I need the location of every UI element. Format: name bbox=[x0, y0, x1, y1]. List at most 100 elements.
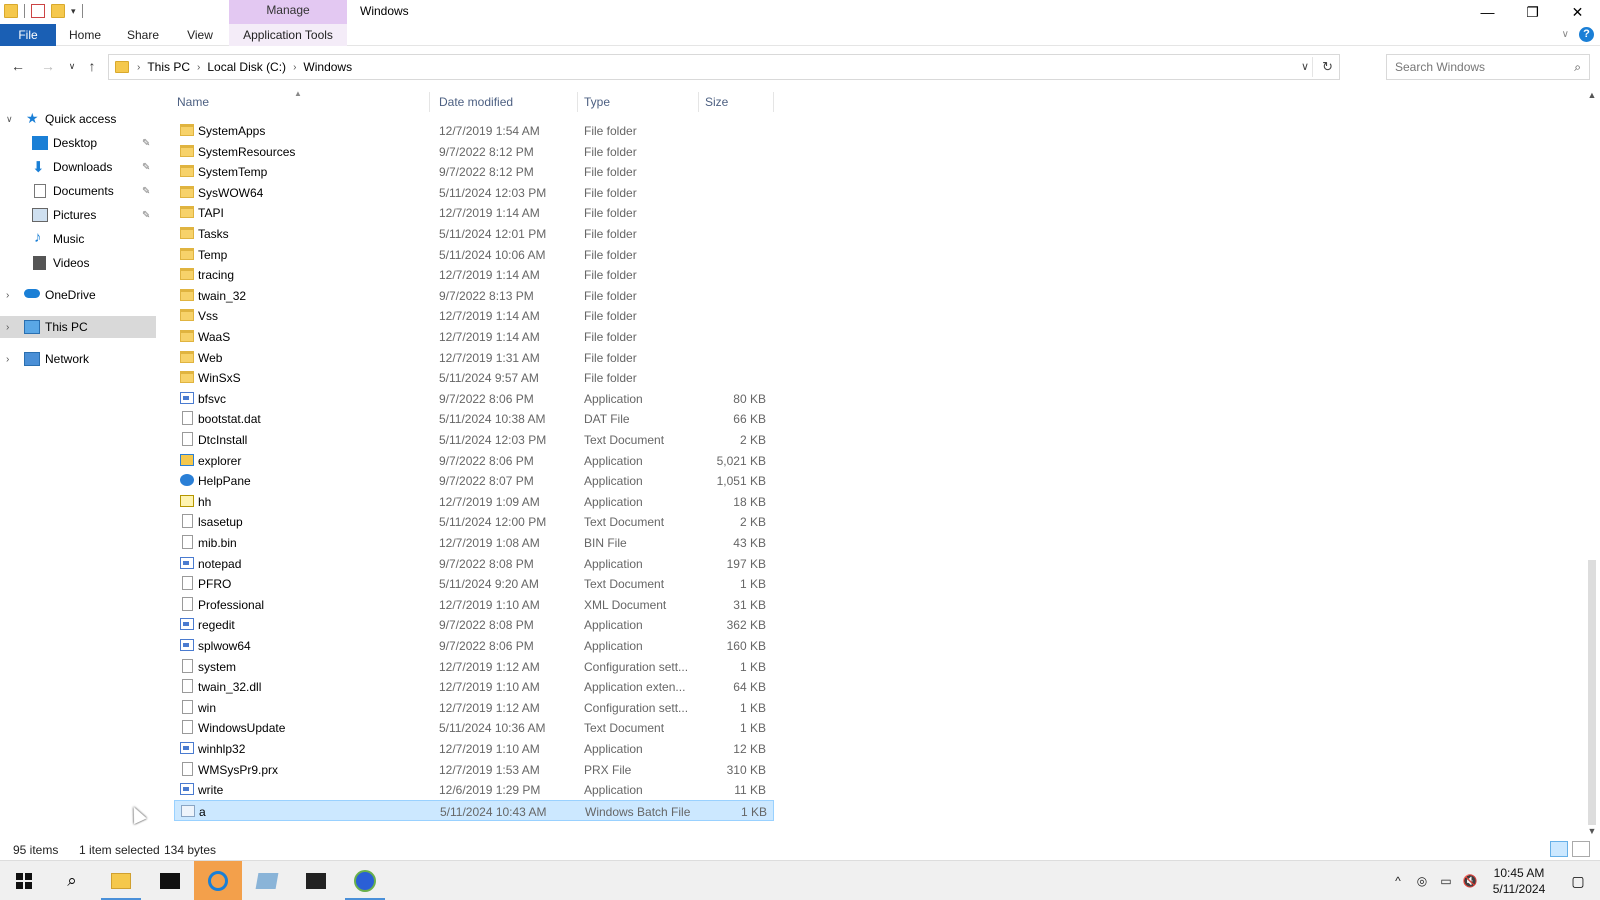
nav-onedrive[interactable]: › OneDrive bbox=[0, 284, 156, 306]
properties-icon[interactable] bbox=[31, 4, 45, 18]
up-arrow-icon[interactable]: ↑ bbox=[82, 56, 102, 76]
forward-arrow-icon[interactable]: → bbox=[38, 56, 58, 76]
file-row[interactable]: notepad 9/7/2022 8:08 PM Application 197 KB bbox=[174, 553, 774, 574]
nav-network[interactable]: › Network bbox=[0, 348, 156, 370]
file-row[interactable]: HelpPane 9/7/2022 8:07 PM Application 1,051… bbox=[174, 470, 774, 491]
file-row[interactable]: SystemApps 12/7/2019 1:54 AM File folder bbox=[174, 120, 774, 141]
file-row[interactable]: Tasks 5/11/2024 12:01 PM File folder bbox=[174, 223, 774, 244]
file-row[interactable]: lsasetup 5/11/2024 12:00 PM Text Document 2… bbox=[174, 511, 774, 532]
chevron-up-icon[interactable]: ^ bbox=[1386, 874, 1410, 888]
chevron-right-icon[interactable]: › bbox=[6, 322, 9, 333]
file-row[interactable]: WinSxS 5/11/2024 9:57 AM File folder bbox=[174, 367, 774, 388]
file-row[interactable]: Temp 5/11/2024 10:06 AM File folder bbox=[174, 244, 774, 265]
search-icon[interactable]: ⌕ bbox=[48, 861, 96, 900]
volume-muted-icon[interactable]: 🔇 bbox=[1458, 874, 1482, 888]
search-input[interactable]: Search Windows ⌕ bbox=[1386, 54, 1590, 80]
customize-qat-icon[interactable]: ▾ bbox=[71, 6, 76, 17]
network-tray-icon[interactable]: ▭ bbox=[1434, 874, 1458, 888]
scroll-down-icon[interactable]: ▼ bbox=[1584, 826, 1600, 840]
address-bar[interactable]: › This PC › Local Disk (C:) › Windows ∨ … bbox=[108, 54, 1340, 80]
manage-tab[interactable]: Manage bbox=[229, 0, 347, 24]
vertical-scrollbar[interactable]: ▲ ▼ bbox=[1584, 90, 1600, 840]
pin-icon[interactable]: ✎ bbox=[142, 138, 150, 149]
column-header-date[interactable]: Date modified bbox=[436, 92, 578, 112]
file-row[interactable]: DtcInstall 5/11/2024 12:03 PM Text Documen… bbox=[174, 429, 774, 450]
file-row[interactable]: twain_32 9/7/2022 8:13 PM File folder bbox=[174, 285, 774, 306]
column-header-type[interactable]: Type bbox=[581, 92, 699, 112]
breadcrumb-this-pc[interactable]: This PC bbox=[147, 60, 190, 74]
help-icon[interactable]: ? bbox=[1579, 27, 1594, 42]
new-folder-icon[interactable] bbox=[51, 4, 65, 18]
file-row[interactable]: TAPI 12/7/2019 1:14 AM File folder bbox=[174, 202, 774, 223]
nav-quick-access[interactable]: ∨ ★ Quick access bbox=[0, 108, 156, 130]
file-row[interactable]: Vss 12/7/2019 1:14 AM File folder bbox=[174, 305, 774, 326]
file-row[interactable]: bootstat.dat 5/11/2024 10:38 AM DAT File 66… bbox=[174, 408, 774, 429]
notification-icon[interactable]: ▢ bbox=[1556, 873, 1600, 890]
file-row[interactable]: SystemResources 9/7/2022 8:12 PM File fold… bbox=[174, 141, 774, 162]
nav-item-desktop[interactable]: Desktop ✎ bbox=[0, 132, 156, 154]
browser-taskbar-icon[interactable] bbox=[194, 861, 242, 900]
file-row[interactable]: splwow64 9/7/2022 8:06 PM Application 160 K… bbox=[174, 635, 774, 656]
chevron-right-icon[interactable]: › bbox=[6, 290, 9, 301]
file-row[interactable]: WaaS 12/7/2019 1:14 AM File folder bbox=[174, 326, 774, 347]
file-row[interactable]: system 12/7/2019 1:12 AM Configuration set… bbox=[174, 656, 774, 677]
pin-icon[interactable]: ✎ bbox=[142, 210, 150, 221]
tool-taskbar-icon[interactable] bbox=[341, 861, 389, 900]
tab-application-tools[interactable]: Application Tools bbox=[229, 24, 347, 46]
file-row[interactable]: WMSysPr9.prx 12/7/2019 1:53 AM PRX File 310… bbox=[174, 759, 774, 780]
restore-button[interactable]: ❐ bbox=[1510, 0, 1555, 24]
nav-item-videos[interactable]: Videos bbox=[0, 252, 156, 274]
nav-item-documents[interactable]: Documents ✎ bbox=[0, 180, 156, 202]
nav-item-pictures[interactable]: Pictures ✎ bbox=[0, 204, 156, 226]
details-view-icon[interactable] bbox=[1550, 841, 1568, 857]
terminal-taskbar-icon[interactable] bbox=[146, 861, 194, 900]
file-row[interactable]: regedit 9/7/2022 8:08 PM Application 362 KB bbox=[174, 614, 774, 635]
start-button[interactable] bbox=[0, 861, 48, 900]
tab-view[interactable]: View bbox=[176, 24, 224, 46]
file-row[interactable]: mib.bin 12/7/2019 1:08 AM BIN File 43 KB bbox=[174, 532, 774, 553]
file-row[interactable]: PFRO 5/11/2024 9:20 AM Text Document 1 KB bbox=[174, 573, 774, 594]
scroll-up-icon[interactable]: ▲ bbox=[1584, 90, 1600, 104]
column-header-name[interactable]: Name bbox=[174, 92, 430, 112]
column-header-size[interactable]: Size bbox=[702, 92, 774, 112]
clock[interactable]: 10:45 AM 5/11/2024 bbox=[1482, 865, 1556, 897]
recent-locations-icon[interactable]: ∨ bbox=[62, 56, 82, 76]
file-row[interactable]: explorer 9/7/2022 8:06 PM Application 5,021… bbox=[174, 450, 774, 471]
chevron-right-icon[interactable]: › bbox=[137, 62, 140, 73]
chevron-down-icon[interactable]: ∨ bbox=[6, 114, 13, 125]
file-row[interactable]: SysWOW64 5/11/2024 12:03 PM File folder bbox=[174, 182, 774, 203]
chevron-right-icon[interactable]: › bbox=[293, 62, 296, 73]
camera-icon[interactable]: ◎ bbox=[1410, 874, 1434, 888]
back-arrow-icon[interactable]: ← bbox=[8, 56, 28, 76]
scroll-thumb[interactable] bbox=[1588, 560, 1596, 825]
file-row[interactable]: write 12/6/2019 1:29 PM Application 11 KB bbox=[174, 779, 774, 800]
file-row[interactable]: WindowsUpdate 5/11/2024 10:36 AM Text Docu… bbox=[174, 717, 774, 738]
file-row[interactable]: SystemTemp 9/7/2022 8:12 PM File folder bbox=[174, 161, 774, 182]
file-row[interactable]: Web 12/7/2019 1:31 AM File folder bbox=[174, 347, 774, 368]
media-taskbar-icon[interactable] bbox=[292, 861, 340, 900]
file-row[interactable]: Professional 12/7/2019 1:10 AM XML Documen… bbox=[174, 594, 774, 615]
chevron-right-icon[interactable]: › bbox=[197, 62, 200, 73]
file-row[interactable]: twain_32.dll 12/7/2019 1:10 AM Application… bbox=[174, 676, 774, 697]
tab-file[interactable]: File bbox=[0, 24, 56, 46]
refresh-icon[interactable]: ↻ bbox=[1322, 59, 1333, 75]
large-icons-view-icon[interactable] bbox=[1572, 841, 1590, 857]
file-row[interactable]: a 5/11/2024 10:43 AM Windows Batch File 1 K… bbox=[174, 799, 774, 821]
minimize-button[interactable]: — bbox=[1465, 0, 1510, 24]
chevron-right-icon[interactable]: › bbox=[6, 354, 9, 365]
app-taskbar-icon[interactable] bbox=[243, 861, 291, 900]
nav-this-pc[interactable]: › This PC bbox=[0, 316, 156, 338]
file-row[interactable]: hh 12/7/2019 1:09 AM Application 18 KB bbox=[174, 491, 774, 512]
expand-ribbon-icon[interactable]: ∨ bbox=[1562, 29, 1569, 40]
nav-item-music[interactable]: ♪ Music bbox=[0, 228, 156, 250]
file-explorer-taskbar-icon[interactable] bbox=[97, 861, 145, 900]
breadcrumb-local-disk[interactable]: Local Disk (C:) bbox=[207, 60, 286, 74]
file-row[interactable]: winhlp32 12/7/2019 1:10 AM Application 12 K… bbox=[174, 738, 774, 759]
pin-icon[interactable]: ✎ bbox=[142, 186, 150, 197]
pin-icon[interactable]: ✎ bbox=[142, 162, 150, 173]
file-row[interactable]: win 12/7/2019 1:12 AM Configuration sett..… bbox=[174, 697, 774, 718]
close-button[interactable]: ✕ bbox=[1555, 0, 1600, 24]
tab-share[interactable]: Share bbox=[118, 24, 168, 46]
nav-item-downloads[interactable]: ⬇ Downloads ✎ bbox=[0, 156, 156, 178]
breadcrumb-windows[interactable]: Windows bbox=[303, 60, 352, 74]
